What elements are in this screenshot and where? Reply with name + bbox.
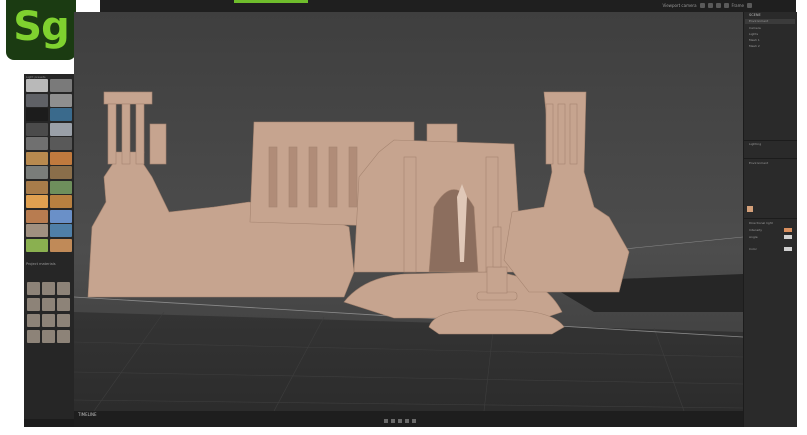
section-divider [744, 218, 797, 219]
material-thumb[interactable] [42, 314, 55, 327]
tree-item[interactable]: Camera [749, 26, 761, 30]
skip-forward-icon[interactable] [412, 419, 416, 423]
environment-preset-thumb[interactable] [50, 122, 72, 136]
material-thumb[interactable] [27, 298, 40, 311]
tree-item[interactable]: Environment [749, 19, 768, 23]
timeline-bar: TIMELINE [74, 411, 743, 427]
frame-icon[interactable] [747, 3, 752, 8]
environment-preset-thumb[interactable] [26, 180, 48, 194]
tree-item[interactable]: Mesh 2 [749, 44, 760, 48]
environment-preset-thumb[interactable] [50, 180, 72, 194]
materials-header: Project materials [26, 262, 56, 266]
assets-panel: Light presets Project materials [24, 74, 74, 427]
tree-item[interactable]: Lights [749, 32, 758, 36]
environment-preset-thumb[interactable] [50, 108, 72, 121]
environment-grid [26, 79, 72, 252]
directional-light-section-title[interactable]: Directional light [749, 221, 773, 225]
environment-preset-thumb[interactable] [26, 137, 48, 150]
materials-grid [27, 282, 71, 343]
tree-item[interactable]: Mesh 1 [749, 38, 760, 42]
material-thumb[interactable] [27, 282, 40, 295]
playback-controls [384, 419, 416, 423]
angle-field[interactable] [784, 235, 792, 239]
light-color-swatch[interactable] [747, 206, 753, 212]
camera-icon[interactable] [723, 3, 729, 8]
angle-label: Angle [749, 235, 758, 239]
scene-panel-title: SCENE [749, 13, 761, 17]
skip-back-icon[interactable] [384, 419, 388, 423]
environment-preset-thumb[interactable] [50, 166, 72, 179]
environment-preset-thumb[interactable] [26, 93, 48, 107]
color-label: Color [749, 247, 757, 251]
step-forward-icon[interactable] [405, 419, 409, 423]
environment-preset-thumb[interactable] [26, 122, 48, 136]
move-icon[interactable] [699, 3, 705, 8]
environment-preset-thumb[interactable] [50, 224, 72, 237]
environment-preset-thumb[interactable] [50, 195, 72, 208]
environment-preset-thumb[interactable] [26, 151, 48, 165]
color-field[interactable] [784, 247, 792, 251]
timeline-label: TIMELINE [78, 412, 97, 417]
environment-preset-thumb[interactable] [26, 195, 48, 208]
rotate-icon[interactable] [707, 3, 713, 8]
environment-preset-thumb[interactable] [26, 166, 48, 179]
material-thumb[interactable] [57, 314, 70, 327]
step-back-icon[interactable] [391, 419, 395, 423]
scale-icon[interactable] [715, 3, 721, 8]
intensity-label: Intensity [749, 228, 763, 232]
environment-preset-thumb[interactable] [26, 79, 48, 92]
assets-footer [24, 419, 74, 427]
material-thumb[interactable] [27, 314, 40, 327]
active-tab-indicator [234, 0, 308, 3]
environment-preset-thumb[interactable] [50, 79, 72, 92]
environment-preset-thumb[interactable] [50, 93, 72, 107]
section-divider [744, 140, 797, 141]
environment-preset-thumb[interactable] [50, 137, 72, 150]
environment-section-title[interactable]: Environment [749, 161, 768, 165]
viewport-tools: Viewport camera Frame [662, 3, 752, 8]
material-thumb[interactable] [27, 330, 40, 343]
environment-preset-thumb[interactable] [26, 108, 48, 121]
logo-text: Sg [13, 4, 69, 50]
material-thumb[interactable] [42, 298, 55, 311]
material-thumb[interactable] [42, 282, 55, 295]
3d-viewport[interactable] [74, 12, 743, 411]
play-icon[interactable] [398, 419, 402, 423]
lighting-section-title[interactable]: Lighting [749, 142, 761, 146]
scene-panel: SCENE Environment Camera Lights Mesh 1 M… [743, 12, 797, 427]
frame-label: Frame [731, 3, 744, 8]
material-thumb[interactable] [42, 330, 55, 343]
scene-render [74, 12, 743, 411]
environment-preset-thumb[interactable] [26, 238, 48, 252]
material-thumb[interactable] [57, 282, 70, 295]
material-thumb[interactable] [57, 298, 70, 311]
top-toolbar: Viewport camera Frame [24, 0, 796, 12]
intensity-field[interactable] [784, 228, 792, 232]
camera-label: Viewport camera [662, 3, 697, 8]
material-thumb[interactable] [57, 330, 70, 343]
environment-preset-thumb[interactable] [26, 224, 48, 237]
section-divider [744, 158, 797, 159]
environment-preset-thumb[interactable] [26, 209, 48, 223]
environment-preset-thumb[interactable] [50, 209, 72, 223]
environment-preset-thumb[interactable] [50, 151, 72, 165]
environment-preset-thumb[interactable] [50, 238, 72, 252]
